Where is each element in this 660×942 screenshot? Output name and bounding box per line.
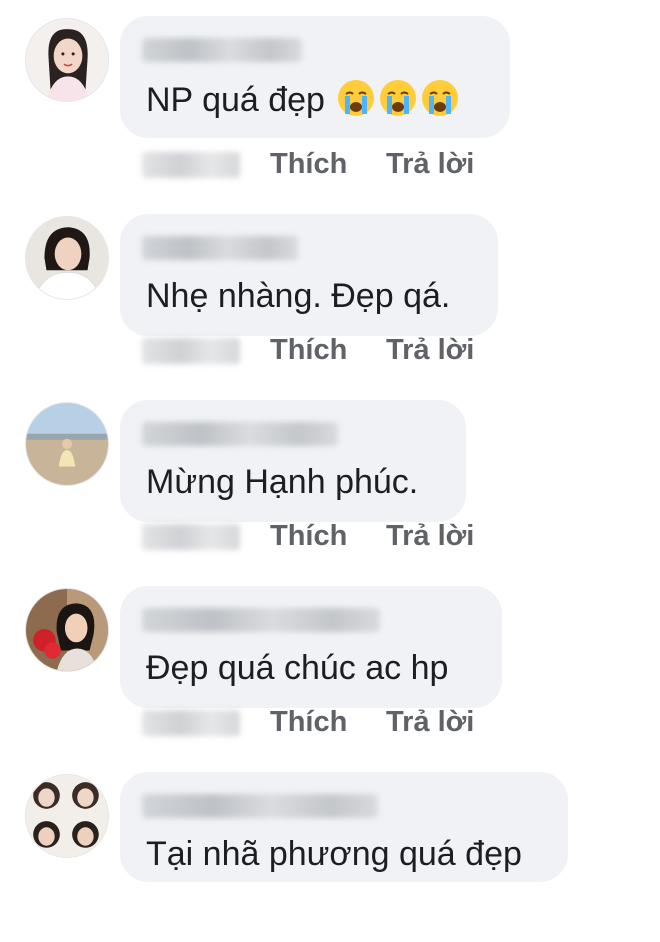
crying-face-icon [378, 78, 418, 118]
author-name-blurred[interactable] [142, 608, 380, 632]
crying-face-icon [420, 78, 460, 118]
comment-text: NP quá đẹp [146, 78, 460, 120]
reply-button[interactable]: Trả lời [386, 144, 474, 184]
avatar[interactable] [25, 588, 109, 672]
comment-bubble: NP quá đẹp [120, 16, 510, 138]
avatar[interactable] [25, 774, 109, 858]
comment-item: Nhẹ nhàng. Đẹp qá. Thích Trả lời [0, 198, 660, 384]
like-button[interactable]: Thích [270, 516, 347, 556]
author-name-blurred[interactable] [142, 236, 298, 260]
comment-item: Đẹp quá chúc ac hp Thích Trả lời [0, 570, 660, 756]
author-name-blurred[interactable] [142, 422, 338, 446]
user-photo-icon [26, 775, 108, 857]
author-name-blurred[interactable] [142, 794, 378, 818]
timestamp-blurred[interactable] [142, 524, 240, 550]
timestamp-blurred[interactable] [142, 152, 240, 178]
avatar[interactable] [25, 216, 109, 300]
avatar[interactable] [25, 18, 109, 102]
user-photo-icon [26, 19, 108, 101]
comment-bubble: Tại nhã phương quá đẹp [120, 772, 568, 882]
comment-bubble: Mừng Hạnh phúc. [120, 400, 466, 522]
reply-button[interactable]: Trả lời [386, 330, 474, 370]
crying-face-icon [336, 78, 376, 118]
comment-item: Tại nhã phương quá đẹp [0, 756, 660, 942]
reply-button[interactable]: Trả lời [386, 702, 474, 742]
comment-item: Mừng Hạnh phúc. Thích Trả lời [0, 384, 660, 570]
comment-text-content: NP quá đẹp [146, 81, 325, 119]
comment-text: Mừng Hạnh phúc. [146, 463, 419, 501]
like-button[interactable]: Thích [270, 702, 347, 742]
comment-bubble: Nhẹ nhàng. Đẹp qá. [120, 214, 498, 336]
comment-bubble: Đẹp quá chúc ac hp [120, 586, 502, 708]
comment-item: NP quá đẹp Thích Trả lời [0, 0, 660, 186]
comment-text: Tại nhã phương quá đẹp [146, 835, 522, 873]
timestamp-blurred[interactable] [142, 338, 240, 364]
author-name-blurred[interactable] [142, 38, 302, 62]
user-photo-icon [26, 217, 108, 299]
like-button[interactable]: Thích [270, 144, 347, 184]
reply-button[interactable]: Trả lời [386, 516, 474, 556]
avatar[interactable] [25, 402, 109, 486]
user-photo-icon [26, 403, 108, 485]
timestamp-blurred[interactable] [142, 710, 240, 736]
comment-text: Nhẹ nhàng. Đẹp qá. [146, 277, 451, 315]
comment-text: Đẹp quá chúc ac hp [146, 649, 449, 687]
like-button[interactable]: Thích [270, 330, 347, 370]
user-photo-icon [26, 589, 108, 671]
